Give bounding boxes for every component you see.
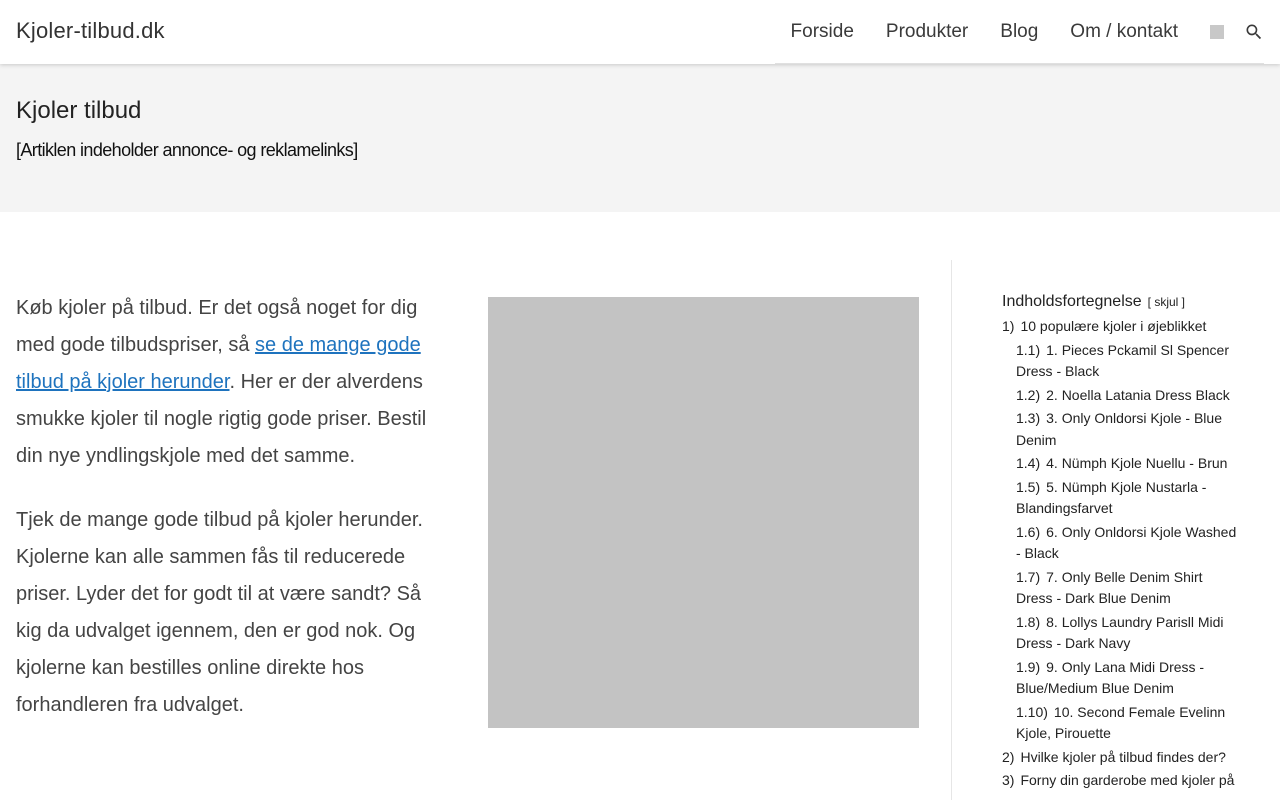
toc-item-number: 1.9) xyxy=(1016,658,1041,675)
article-image-placeholder xyxy=(488,297,919,728)
toc-title: Indholdsfortegnelse xyxy=(1002,293,1142,310)
toc-item-label[interactable]: 5. Nümph Kjole Nustarla - Blandingsfarve… xyxy=(1016,479,1206,517)
toc-item-number: 1.4) xyxy=(1016,455,1041,471)
toc-item-number: 1.1) xyxy=(1016,341,1041,358)
article-content: Køb kjoler på tilbud. Er det også noget … xyxy=(16,290,448,751)
intro-paragraph: Køb kjoler på tilbud. Er det også noget … xyxy=(16,290,448,475)
toc-item[interactable]: 1.4) 4. Nümph Kjole Nuellu - Brun xyxy=(1002,453,1242,475)
toc-item-number: 2) xyxy=(1002,748,1015,765)
toc-item[interactable]: 3) Forny din garderobe med kjoler på xyxy=(1002,770,1242,792)
site-header: Kjoler-tilbud.dk Forside Produkter Blog … xyxy=(0,0,1280,64)
toc-item[interactable]: 1.5) 5. Nümph Kjole Nustarla - Blandingsf… xyxy=(1002,477,1242,520)
toc-item-number: 1.2) xyxy=(1016,386,1041,403)
toc-item-number: 1.10) xyxy=(1016,703,1048,720)
toc-item-label[interactable]: 3. Only Onldorsi Kjole - Blue Denim xyxy=(1016,410,1222,448)
toc-item[interactable]: 1.8) 8. Lollys Laundry Parisll Midi Dress… xyxy=(1002,612,1242,655)
toc-item-label[interactable]: Forny din garderobe med kjoler på xyxy=(1020,772,1234,788)
toc-item[interactable]: 1.3) 3. Only Onldorsi Kjole - Blue Denim xyxy=(1002,408,1242,451)
cart-placeholder-icon[interactable] xyxy=(1210,24,1224,39)
search-icon[interactable] xyxy=(1244,22,1264,42)
sidebar-divider xyxy=(951,260,952,800)
toc-item-label[interactable]: Hvilke kjoler på tilbud findes der? xyxy=(1020,749,1225,765)
toc-item-number: 1.6) xyxy=(1016,523,1041,540)
toc-item-number: 1) xyxy=(1002,318,1015,334)
table-of-contents: Indholdsfortegnelse [ skjul ] 1) 10 populæ… xyxy=(1002,290,1242,792)
toc-item-number: 1.8) xyxy=(1016,613,1041,630)
toc-item[interactable]: 1.1) 1. Pieces Pckamil Sl Spencer Dress -… xyxy=(1002,340,1242,383)
nav-item-om-kontakt[interactable]: Om / kontakt xyxy=(1054,21,1194,43)
nav-item-forside[interactable]: Forside xyxy=(775,21,870,43)
toc-item-number: 3) xyxy=(1002,772,1015,788)
toc-item[interactable]: 1.2) 2. Noella Latania Dress Black xyxy=(1002,385,1242,407)
toc-toggle-button[interactable]: [ skjul ] xyxy=(1148,295,1185,309)
toc-item[interactable]: 2) Hvilke kjoler på tilbud findes der? xyxy=(1002,747,1242,769)
toc-item-number: 1.7) xyxy=(1016,568,1041,585)
page-title-band: Kjoler tilbud [Artiklen indeholder annon… xyxy=(0,64,1280,212)
nav-item-produkter[interactable]: Produkter xyxy=(870,21,984,43)
toc-item[interactable]: 1.7) 7. Only Belle Denim Shirt Dress - Da… xyxy=(1002,567,1242,610)
toc-item-label[interactable]: 8. Lollys Laundry Parisll Midi Dress - D… xyxy=(1016,614,1224,652)
toc-item-number: 1.3) xyxy=(1016,410,1041,426)
toc-item[interactable]: 1) 10 populære kjoler i øjeblikket xyxy=(1002,316,1242,338)
toc-item-label[interactable]: 6. Only Onldorsi Kjole Washed - Black xyxy=(1016,524,1236,562)
toc-item[interactable]: 1.9) 9. Only Lana Midi Dress - Blue/Mediu… xyxy=(1002,657,1242,700)
toc-item-label[interactable]: 9. Only Lana Midi Dress - Blue/Medium Bl… xyxy=(1016,659,1204,697)
page-title: Kjoler tilbud xyxy=(16,97,142,124)
ad-disclaimer: [Artiklen indeholder annonce- og reklame… xyxy=(16,140,358,160)
toc-item-number: 1.5) xyxy=(1016,478,1041,495)
toc-item-label[interactable]: 1. Pieces Pckamil Sl Spencer Dress - Bla… xyxy=(1016,342,1229,380)
site-brand-link[interactable]: Kjoler-tilbud.dk xyxy=(16,18,165,44)
toc-item-label[interactable]: 2. Noella Latania Dress Black xyxy=(1046,387,1230,403)
main-nav: Forside Produkter Blog Om / kontakt xyxy=(774,0,1264,64)
toc-item[interactable]: 1.6) 6. Only Onldorsi Kjole Washed - Blac… xyxy=(1002,522,1242,565)
toc-item-label[interactable]: 10 populære kjoler i øjeblikket xyxy=(1020,318,1206,334)
toc-item[interactable]: 1.10) 10. Second Female Evelinn Kjole, Pi… xyxy=(1002,702,1242,745)
toc-header: Indholdsfortegnelse [ skjul ] xyxy=(1002,290,1242,314)
second-paragraph: Tjek de mange gode tilbud på kjoler heru… xyxy=(16,509,423,716)
toc-list: 1) 10 populære kjoler i øjeblikket 1.1) 1. … xyxy=(1002,316,1242,792)
toc-item-label[interactable]: 4. Nümph Kjole Nuellu - Brun xyxy=(1046,455,1227,471)
nav-item-blog[interactable]: Blog xyxy=(984,21,1054,43)
toc-item-label[interactable]: 7. Only Belle Denim Shirt Dress - Dark B… xyxy=(1016,569,1203,607)
